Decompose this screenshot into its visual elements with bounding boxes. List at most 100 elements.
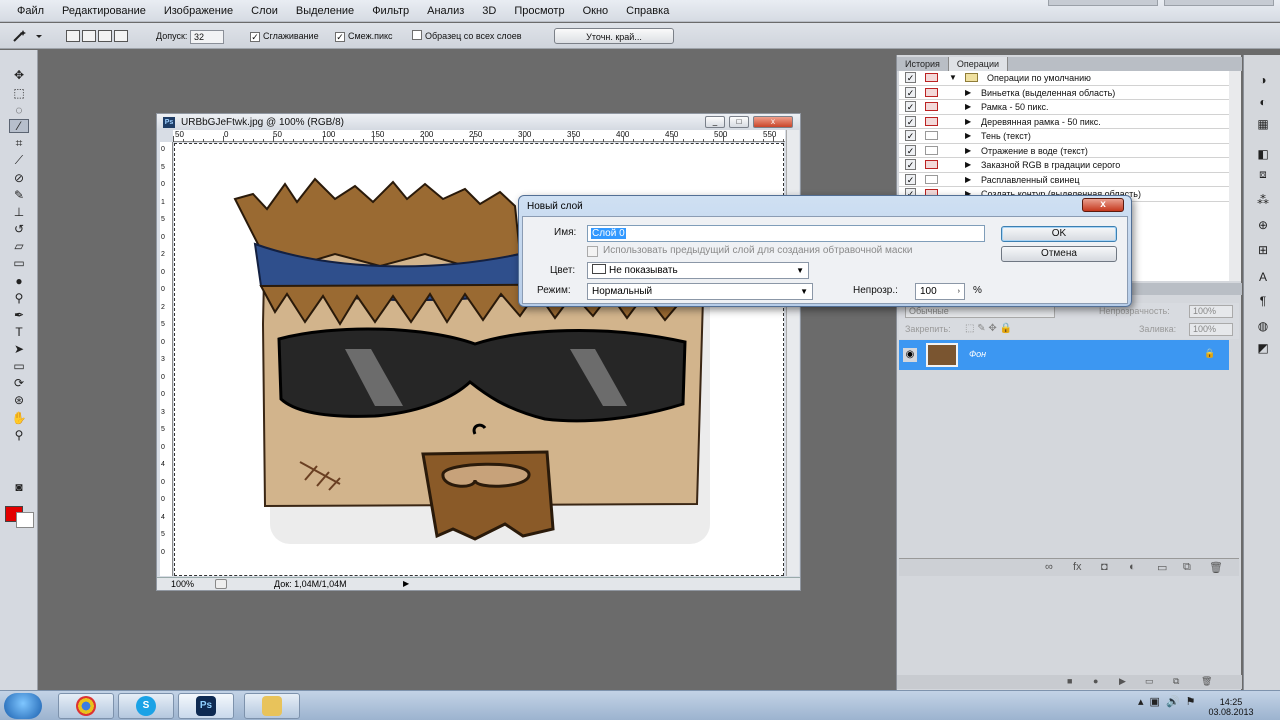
menu-3d[interactable]: 3D xyxy=(473,0,505,22)
antialias-checkbox[interactable]: ✓ xyxy=(250,32,260,42)
hand-tool-icon[interactable]: ✋ xyxy=(9,411,29,425)
expand-action-icon[interactable]: ▶ xyxy=(965,129,971,143)
menu-image[interactable]: Изображение xyxy=(155,0,242,22)
expand-action-icon[interactable]: ▶ xyxy=(965,173,971,187)
action-toggle-checkbox[interactable]: ✓ xyxy=(905,130,916,141)
add-selection-icon[interactable] xyxy=(82,30,96,42)
actions-scrollbar[interactable] xyxy=(1229,71,1241,281)
stop-icon[interactable]: ■ xyxy=(1067,676,1072,686)
clock[interactable]: 14:25 03.08.2013 xyxy=(1198,697,1264,717)
expand-action-icon[interactable]: ▶ xyxy=(965,144,971,158)
status-menu-arrow-icon[interactable]: ▶ xyxy=(403,578,409,590)
add-mask-icon[interactable]: ◘ xyxy=(1101,561,1108,573)
action-toggle-checkbox[interactable]: ✓ xyxy=(905,144,916,156)
delete-action-icon[interactable]: 🗑 xyxy=(1201,676,1212,687)
gradient-tool-icon[interactable]: ▭ xyxy=(9,256,29,270)
menu-select[interactable]: Выделение xyxy=(287,0,363,22)
volume-icon[interactable]: 🔊 xyxy=(1166,695,1180,708)
expand-set-icon[interactable]: ▼ xyxy=(949,71,957,85)
menu-file[interactable]: Файл xyxy=(8,0,53,22)
workspace-button[interactable] xyxy=(1164,0,1274,6)
action-row[interactable]: ✓ ▶ Отражение в воде (текст) xyxy=(899,144,1229,158)
menu-filter[interactable]: Фильтр xyxy=(363,0,418,22)
sample-all-checkbox[interactable] xyxy=(412,30,422,40)
marquee-tool-icon[interactable]: ⬚ xyxy=(9,86,29,100)
quick-mask-icon[interactable]: ◙ xyxy=(9,480,29,494)
close-document-button[interactable]: x xyxy=(753,116,793,128)
character-panel-icon[interactable]: A xyxy=(1253,270,1273,286)
subtract-selection-icon[interactable] xyxy=(98,30,112,42)
move-tool-icon[interactable]: ✥ xyxy=(9,68,29,82)
history-brush-icon[interactable]: ↺ xyxy=(9,222,29,236)
brushes-panel-icon[interactable]: ⁂ xyxy=(1253,193,1273,209)
blur-tool-icon[interactable]: ● xyxy=(9,274,29,288)
crop-tool-icon[interactable]: ⌗ xyxy=(9,136,29,150)
opacity-input[interactable]: 100 › xyxy=(915,283,965,300)
actions-set-row[interactable]: ✓ ▼ Операции по умолчанию xyxy=(899,71,1229,86)
sample-all-option[interactable]: Образец со всех слоев xyxy=(412,28,522,44)
action-toggle-checkbox[interactable]: ✓ xyxy=(905,101,916,112)
antialias-option[interactable]: ✓ Сглаживание xyxy=(250,28,319,44)
maximize-button[interactable]: □ xyxy=(729,116,749,128)
fx-icon[interactable]: fx xyxy=(1073,561,1082,573)
action-toggle-checkbox[interactable]: ✓ xyxy=(905,159,916,170)
start-button[interactable] xyxy=(4,693,42,719)
new-action-icon[interactable]: ⧉ xyxy=(1173,676,1179,687)
clone-source-icon[interactable]: ⊕ xyxy=(1253,218,1273,234)
action-dialog-toggle[interactable] xyxy=(925,116,938,126)
zoom-tool-icon[interactable]: ⚲ xyxy=(9,428,29,442)
fill-input[interactable]: 100% xyxy=(1189,323,1233,336)
action-row[interactable]: ✓ ▶ Тень (текст) xyxy=(899,129,1229,144)
eyedropper-tool-icon[interactable]: ⟋ xyxy=(9,153,29,167)
ok-button[interactable]: OK xyxy=(1001,226,1117,242)
visibility-eye-icon[interactable]: ◉ xyxy=(903,348,917,362)
3d-panel-icon[interactable]: ◍ xyxy=(1253,319,1273,335)
clone-stamp-icon[interactable]: ⊥ xyxy=(9,205,29,219)
network-icon[interactable]: ▣ xyxy=(1150,695,1160,708)
magic-wand-preset-icon[interactable] xyxy=(10,28,44,44)
menu-window[interactable]: Окно xyxy=(574,0,618,22)
flag-icon[interactable]: ⚑ xyxy=(1186,695,1196,708)
contiguous-checkbox[interactable]: ✓ xyxy=(335,32,345,42)
document-title-bar[interactable]: Ps URBbGJeFtwk.jpg @ 100% (RGB/8) _ □ x xyxy=(157,114,800,130)
new-group-icon[interactable]: ▭ xyxy=(1157,561,1167,574)
paragraph-panel-icon[interactable]: ¶ xyxy=(1253,294,1273,310)
type-tool-icon[interactable]: T xyxy=(9,325,29,339)
link-layers-icon[interactable]: ∞ xyxy=(1045,561,1053,573)
tab-actions[interactable]: Операции xyxy=(948,57,1009,71)
status-info-icon[interactable] xyxy=(215,579,227,589)
new-layer-icon[interactable]: ⧉ xyxy=(1183,561,1191,574)
workspace-button[interactable] xyxy=(1048,0,1158,6)
pen-tool-icon[interactable]: ✒ xyxy=(9,308,29,322)
intersect-selection-icon[interactable] xyxy=(114,30,128,42)
layer-row-background[interactable]: ◉ Фон 🔒 xyxy=(899,340,1229,370)
action-dialog-toggle[interactable] xyxy=(925,102,938,111)
record-icon[interactable]: ● xyxy=(1093,676,1098,686)
action-dialog-toggle[interactable] xyxy=(925,73,938,82)
action-toggle-checkbox[interactable]: ✓ xyxy=(905,173,916,185)
menu-help[interactable]: Справка xyxy=(617,0,678,22)
action-row[interactable]: ✓ ▶ Рамка - 50 пикс. xyxy=(899,100,1229,115)
menu-edit[interactable]: Редактирование xyxy=(53,0,155,22)
action-row[interactable]: ✓ ▶ Деревянная рамка - 50 пикс. xyxy=(899,115,1229,129)
action-row[interactable]: ✓ ▶ Заказной RGB в градации серого xyxy=(899,158,1229,173)
action-dialog-toggle[interactable] xyxy=(925,131,938,140)
dialog-close-button[interactable]: x xyxy=(1082,198,1124,212)
taskbar-explorer[interactable] xyxy=(244,693,300,719)
masks-panel-icon[interactable]: ⧈ xyxy=(1253,167,1273,183)
lock-icons[interactable]: ⬚ ✎ ✥ 🔒 xyxy=(965,323,1012,334)
expand-action-icon[interactable]: ▶ xyxy=(965,86,971,100)
healing-brush-icon[interactable]: ⊘ xyxy=(9,171,29,185)
color-select[interactable]: Не показывать ▼ xyxy=(587,262,809,279)
dodge-tool-icon[interactable]: ⚲ xyxy=(9,291,29,305)
play-icon[interactable]: ▶ xyxy=(1119,676,1126,687)
new-set-icon[interactable]: ▭ xyxy=(1145,676,1154,687)
expand-action-icon[interactable]: ▶ xyxy=(965,115,971,129)
new-selection-icon[interactable] xyxy=(66,30,80,42)
eraser-tool-icon[interactable]: ▱ xyxy=(9,239,29,253)
notes-panel-icon[interactable]: ◩ xyxy=(1253,341,1273,357)
lasso-tool-icon[interactable]: ◌ xyxy=(9,103,29,117)
layer-name-input[interactable]: Слой 0 xyxy=(587,225,985,242)
action-dialog-toggle[interactable] xyxy=(925,174,938,184)
zoom-level[interactable]: 100% xyxy=(171,578,194,590)
